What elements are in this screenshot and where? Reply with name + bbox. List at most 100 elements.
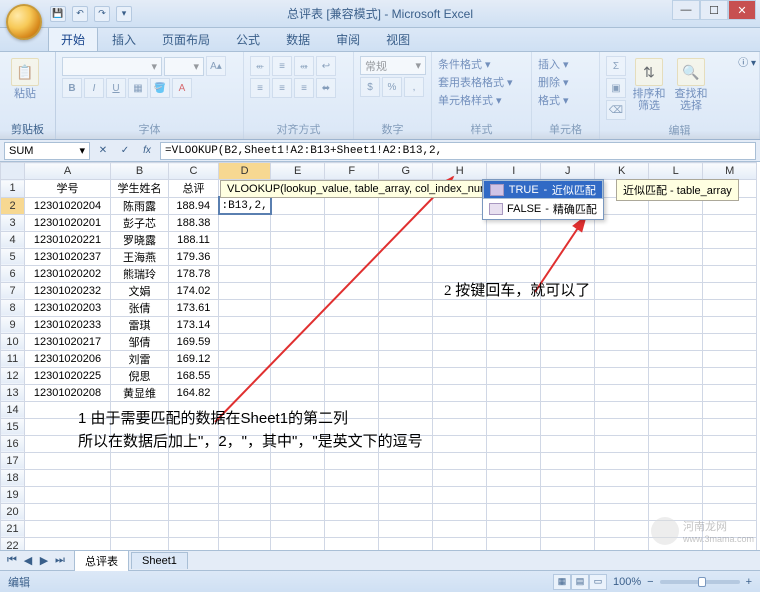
cell[interactable] [487, 248, 541, 265]
cell[interactable] [219, 367, 271, 384]
cell[interactable]: 169.59 [169, 333, 219, 350]
percent-icon[interactable]: % [382, 77, 402, 97]
cell[interactable]: 12301020203 [25, 299, 111, 316]
cell[interactable] [433, 503, 487, 520]
cell[interactable] [271, 265, 325, 282]
cell[interactable] [487, 520, 541, 537]
cell[interactable] [649, 486, 703, 503]
cell[interactable] [703, 350, 757, 367]
grow-font-icon[interactable]: A▴ [206, 56, 226, 76]
cell[interactable] [541, 231, 595, 248]
cell[interactable] [25, 503, 111, 520]
cell[interactable] [219, 469, 271, 486]
cell[interactable] [541, 537, 595, 550]
cell[interactable] [325, 486, 379, 503]
cell[interactable] [649, 401, 703, 418]
cell[interactable] [169, 469, 219, 486]
tab-review[interactable]: 审阅 [324, 27, 372, 51]
font-family-select[interactable]: ▾ [62, 57, 162, 76]
delete-cells-button[interactable]: 删除 ▾ [538, 74, 569, 90]
align-left-icon[interactable]: ≡ [250, 78, 270, 98]
cell[interactable] [649, 452, 703, 469]
sort-filter-button[interactable]: ⇅ 排序和筛选 [630, 56, 668, 114]
tab-nav-next-icon[interactable]: ▶ [36, 554, 52, 567]
cell[interactable] [379, 316, 433, 333]
cell[interactable] [271, 367, 325, 384]
align-right-icon[interactable]: ≡ [294, 78, 314, 98]
cell[interactable] [487, 384, 541, 401]
cell[interactable]: 熊瑞玲 [111, 265, 169, 282]
row-header[interactable]: 2 [1, 197, 25, 214]
cell[interactable] [487, 350, 541, 367]
cell[interactable] [219, 537, 271, 550]
cell[interactable] [487, 503, 541, 520]
cell[interactable] [649, 299, 703, 316]
cell[interactable] [595, 231, 649, 248]
cell[interactable] [25, 520, 111, 537]
cell[interactable]: 188.38 [169, 214, 219, 231]
cell[interactable] [271, 486, 325, 503]
cell[interactable] [541, 333, 595, 350]
cell[interactable] [219, 452, 271, 469]
cell[interactable]: 雷琪 [111, 316, 169, 333]
cell[interactable] [25, 469, 111, 486]
cell[interactable] [487, 435, 541, 452]
cell[interactable] [433, 231, 487, 248]
row-header[interactable]: 13 [1, 384, 25, 401]
cell[interactable] [169, 537, 219, 550]
cell[interactable] [325, 265, 379, 282]
cell[interactable] [169, 520, 219, 537]
row-header[interactable]: 11 [1, 350, 25, 367]
cell[interactable] [703, 214, 757, 231]
cell[interactable] [219, 350, 271, 367]
cell[interactable] [219, 520, 271, 537]
cell[interactable] [703, 435, 757, 452]
cell[interactable] [703, 452, 757, 469]
cell[interactable] [325, 350, 379, 367]
autocomplete-dropdown[interactable]: TRUE - 近似匹配 FALSE - 精确匹配 [482, 179, 604, 220]
tab-nav-first-icon[interactable]: ⏮ [4, 554, 20, 567]
col-header-H[interactable]: H [433, 163, 487, 180]
cell[interactable] [379, 265, 433, 282]
cell[interactable] [703, 418, 757, 435]
cell[interactable] [649, 418, 703, 435]
cell[interactable]: 168.55 [169, 367, 219, 384]
cell[interactable] [541, 367, 595, 384]
cell[interactable] [379, 197, 433, 214]
italic-icon[interactable]: I [84, 78, 104, 98]
zoom-slider[interactable] [660, 580, 740, 584]
zoom-out-icon[interactable]: − [647, 576, 653, 588]
qat-more-icon[interactable]: ▾ [116, 6, 132, 22]
tab-pagelayout[interactable]: 页面布局 [150, 27, 222, 51]
cell[interactable] [703, 265, 757, 282]
currency-icon[interactable]: $ [360, 77, 380, 97]
cell[interactable] [703, 469, 757, 486]
cell[interactable] [649, 265, 703, 282]
cell[interactable] [219, 333, 271, 350]
row-header[interactable]: 8 [1, 299, 25, 316]
cell[interactable]: 邹倩 [111, 333, 169, 350]
find-select-button[interactable]: 🔍 查找和选择 [672, 56, 710, 114]
row-header[interactable]: 15 [1, 418, 25, 435]
cell[interactable] [433, 367, 487, 384]
cell[interactable] [541, 384, 595, 401]
row-header[interactable]: 20 [1, 503, 25, 520]
cell[interactable] [325, 452, 379, 469]
dropdown-item-false[interactable]: FALSE - 精确匹配 [483, 199, 603, 219]
wrap-icon[interactable]: ↩ [316, 56, 336, 76]
cell[interactable] [379, 367, 433, 384]
cell[interactable] [703, 282, 757, 299]
cell[interactable] [219, 486, 271, 503]
select-all-corner[interactable] [1, 163, 25, 180]
cell[interactable] [541, 469, 595, 486]
cell[interactable] [379, 350, 433, 367]
row-header[interactable]: 4 [1, 231, 25, 248]
cell[interactable] [649, 350, 703, 367]
cell[interactable] [433, 214, 487, 231]
close-button[interactable]: ✕ [728, 0, 756, 20]
cell[interactable] [271, 537, 325, 550]
cell[interactable] [169, 503, 219, 520]
cell[interactable] [595, 367, 649, 384]
cell[interactable] [595, 520, 649, 537]
cell[interactable] [703, 248, 757, 265]
